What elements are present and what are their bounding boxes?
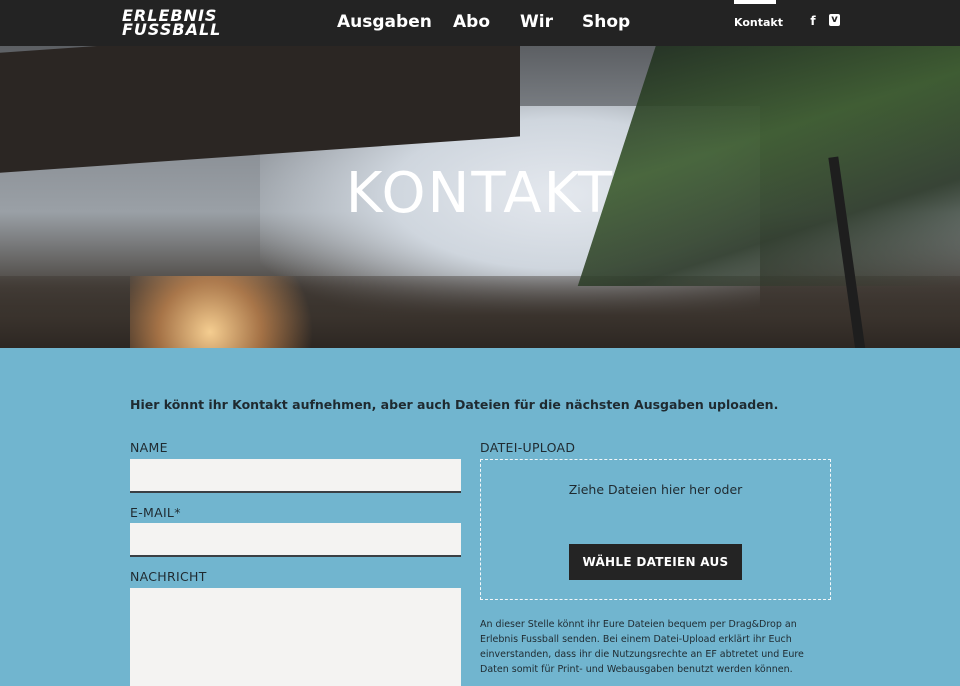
hero-sun-glow bbox=[130, 276, 330, 348]
facebook-icon[interactable]: f bbox=[806, 14, 820, 28]
email-label: E-MAIL* bbox=[130, 505, 181, 520]
upload-label: DATEI-UPLOAD bbox=[480, 440, 576, 455]
nav-item-wir[interactable]: Wir bbox=[520, 12, 553, 32]
email-field[interactable] bbox=[130, 523, 461, 557]
vimeo-icon[interactable]: v bbox=[829, 14, 840, 26]
choose-files-button[interactable]: WÄHLE DATEIEN AUS bbox=[569, 544, 742, 580]
upload-note: An dieser Stelle könnt ihr Eure Dateien … bbox=[480, 619, 804, 675]
logo-line-2: FUSSBALL bbox=[122, 20, 222, 39]
nav-item-shop[interactable]: Shop bbox=[582, 12, 630, 32]
intro-text: Hier könnt ihr Kontakt aufnehmen, aber a… bbox=[130, 397, 779, 412]
file-dropzone[interactable]: Ziehe Dateien hier her oder WÄHLE DATEIE… bbox=[480, 459, 831, 600]
nav-item-kontakt[interactable]: Kontakt bbox=[734, 16, 783, 29]
nav-item-abo[interactable]: Abo bbox=[453, 12, 490, 32]
name-label: NAME bbox=[130, 440, 168, 455]
top-navbar: ERLEBNIS FUSSBALL Ausgaben Abo Wir Shop … bbox=[0, 0, 960, 46]
message-field[interactable] bbox=[130, 588, 461, 686]
page-title: KONTAKT bbox=[345, 161, 615, 226]
nav-item-ausgaben[interactable]: Ausgaben bbox=[337, 12, 432, 32]
hero-banner: KONTAKT bbox=[0, 46, 960, 348]
site-logo[interactable]: ERLEBNIS FUSSBALL bbox=[122, 8, 262, 39]
dropzone-text: Ziehe Dateien hier her oder bbox=[568, 482, 743, 497]
message-label: NACHRICHT bbox=[130, 569, 207, 584]
name-field[interactable] bbox=[130, 459, 461, 493]
active-indicator bbox=[734, 0, 776, 4]
